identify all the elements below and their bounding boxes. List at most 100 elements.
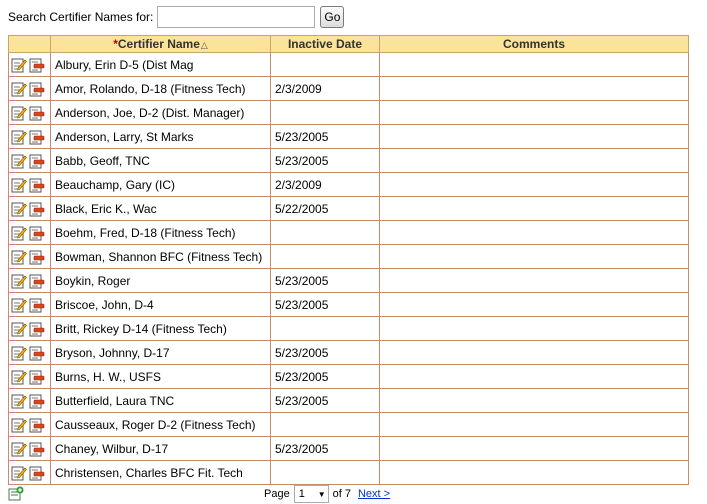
comments-cell — [379, 196, 689, 221]
certifier-name-cell: Black, Eric K., Wac — [50, 196, 271, 221]
delete-icon[interactable] — [29, 81, 45, 97]
row-actions — [8, 436, 51, 461]
page-count-label: of 7 — [332, 488, 351, 500]
inactive-date-cell: 5/23/2005 — [270, 388, 380, 413]
delete-icon[interactable] — [29, 441, 45, 457]
inactive-date-cell: 5/23/2005 — [270, 268, 380, 293]
go-button[interactable]: Go — [320, 6, 345, 28]
delete-icon[interactable] — [29, 57, 45, 73]
edit-icon[interactable] — [11, 417, 27, 433]
row-actions — [8, 340, 51, 365]
pager: Page 1 ▼ of 7 Next > — [264, 485, 390, 503]
header-inactive-date[interactable]: Inactive Date — [270, 35, 380, 53]
edit-icon[interactable] — [11, 441, 27, 457]
edit-icon[interactable] — [11, 465, 27, 481]
search-bar: Search Certifier Names for: Go — [8, 5, 345, 29]
inactive-date-cell: 2/3/2009 — [270, 76, 380, 101]
delete-icon[interactable] — [29, 369, 45, 385]
delete-icon[interactable] — [29, 297, 45, 313]
edit-icon[interactable] — [11, 57, 27, 73]
delete-icon[interactable] — [29, 129, 45, 145]
delete-icon[interactable] — [29, 417, 45, 433]
delete-icon[interactable] — [29, 345, 45, 361]
certifier-name-cell: Briscoe, John, D-4 — [50, 292, 271, 317]
table-row: Babb, Geoff, TNC 5/23/2005 — [8, 148, 689, 173]
delete-icon[interactable] — [29, 177, 45, 193]
delete-icon[interactable] — [29, 465, 45, 481]
page-select[interactable]: 1 ▼ — [293, 485, 329, 503]
inactive-date-cell — [270, 244, 380, 269]
certifier-name-cell: Babb, Geoff, TNC — [50, 148, 271, 173]
inactive-date-cell: 5/23/2005 — [270, 148, 380, 173]
row-actions — [8, 124, 51, 149]
row-actions — [8, 244, 51, 269]
edit-icon[interactable] — [11, 249, 27, 265]
chevron-down-icon: ▼ — [317, 489, 326, 499]
comments-cell — [379, 412, 689, 437]
row-actions — [8, 316, 51, 341]
inactive-date-cell — [270, 220, 380, 245]
row-actions — [8, 460, 51, 485]
edit-icon[interactable] — [11, 345, 27, 361]
sort-asc-icon[interactable]: △ — [201, 40, 208, 50]
header-actions — [8, 35, 51, 53]
edit-icon[interactable] — [11, 129, 27, 145]
certifier-name-cell: Christensen, Charles BFC Fit. Tech — [50, 460, 271, 485]
comments-cell — [379, 268, 689, 293]
table-row: Britt, Rickey D-14 (Fitness Tech) — [8, 316, 689, 341]
delete-icon[interactable] — [29, 273, 45, 289]
inactive-date-cell: 5/23/2005 — [270, 436, 380, 461]
certifier-name-cell: Causseaux, Roger D-2 (Fitness Tech) — [50, 412, 271, 437]
comments-cell — [379, 244, 689, 269]
delete-icon[interactable] — [29, 393, 45, 409]
table-row: Boehm, Fred, D-18 (Fitness Tech) — [8, 220, 689, 245]
certifier-name-cell: Beauchamp, Gary (IC) — [50, 172, 271, 197]
certifier-name-cell: Anderson, Joe, D-2 (Dist. Manager) — [50, 100, 271, 125]
row-actions — [8, 412, 51, 437]
edit-icon[interactable] — [11, 201, 27, 217]
comments-cell — [379, 292, 689, 317]
inactive-date-cell — [270, 460, 380, 485]
delete-icon[interactable] — [29, 321, 45, 337]
edit-icon[interactable] — [11, 225, 27, 241]
delete-icon[interactable] — [29, 249, 45, 265]
comments-cell — [379, 460, 689, 485]
certifier-name-cell: Boehm, Fred, D-18 (Fitness Tech) — [50, 220, 271, 245]
row-actions — [8, 388, 51, 413]
comments-cell — [379, 52, 689, 77]
edit-icon[interactable] — [11, 105, 27, 121]
delete-icon[interactable] — [29, 105, 45, 121]
table-row: Causseaux, Roger D-2 (Fitness Tech) — [8, 412, 689, 437]
comments-cell — [379, 316, 689, 341]
delete-icon[interactable] — [29, 225, 45, 241]
table-row: Burns, H. W., USFS 5/23/2005 — [8, 364, 689, 389]
edit-icon[interactable] — [11, 81, 27, 97]
edit-icon[interactable] — [11, 153, 27, 169]
add-record-icon[interactable] — [8, 486, 24, 502]
header-certifier-name-label: Certifier Name — [117, 37, 200, 51]
table-row: Chaney, Wilbur, D-17 5/23/2005 — [8, 436, 689, 461]
edit-icon[interactable] — [11, 177, 27, 193]
row-actions — [8, 100, 51, 125]
delete-icon[interactable] — [29, 201, 45, 217]
edit-icon[interactable] — [11, 297, 27, 313]
table-row: Briscoe, John, D-4 5/23/2005 — [8, 292, 689, 317]
certifier-name-cell: Amor, Rolando, D-18 (Fitness Tech) — [50, 76, 271, 101]
edit-icon[interactable] — [11, 369, 27, 385]
next-page-link[interactable]: Next > — [358, 488, 390, 500]
edit-icon[interactable] — [11, 321, 27, 337]
header-comments[interactable]: Comments — [379, 35, 689, 53]
edit-icon[interactable] — [11, 393, 27, 409]
comments-cell — [379, 100, 689, 125]
inactive-date-cell: 5/23/2005 — [270, 124, 380, 149]
row-actions — [8, 196, 51, 221]
delete-icon[interactable] — [29, 153, 45, 169]
row-actions — [8, 364, 51, 389]
edit-icon[interactable] — [11, 273, 27, 289]
inactive-date-cell — [270, 412, 380, 437]
certifier-name-cell: Anderson, Larry, St Marks — [50, 124, 271, 149]
certifier-name-cell: Britt, Rickey D-14 (Fitness Tech) — [50, 316, 271, 341]
header-certifier-name[interactable]: *Certifier Name△ — [50, 35, 271, 53]
search-input[interactable] — [157, 6, 316, 28]
table-row: Albury, Erin D-5 (Dist Mag — [8, 52, 689, 77]
